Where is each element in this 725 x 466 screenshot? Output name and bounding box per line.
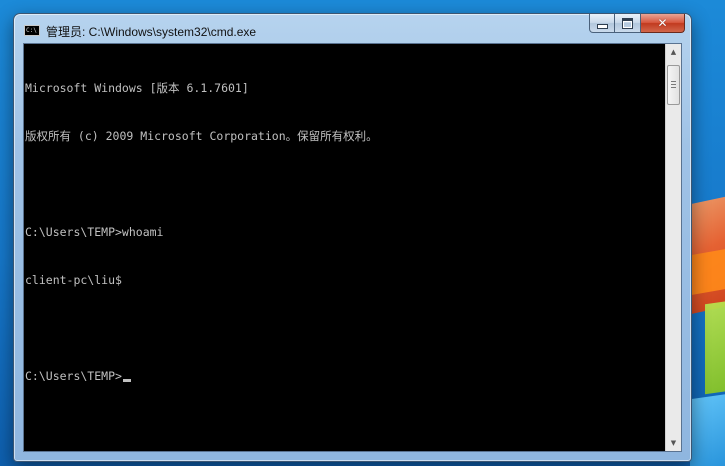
minimize-icon [596, 23, 608, 29]
vertical-scrollbar[interactable]: ▲ ▼ [665, 44, 681, 451]
wallpaper-logo-green [705, 295, 725, 395]
maximize-button[interactable] [615, 14, 641, 33]
cmd-icon[interactable]: C:\ [24, 25, 40, 36]
command-prompt-line[interactable]: C:\Users\TEMP> [25, 368, 665, 384]
grip-line [671, 81, 676, 82]
close-button[interactable]: ✕ [641, 14, 685, 33]
console-line: C:\Users\TEMP>whoami [25, 225, 164, 239]
close-icon: ✕ [657, 16, 668, 30]
title-bar[interactable]: C:\ 管理员: C:\Windows\system32\cmd.exe ✕ [14, 14, 691, 44]
scroll-down-arrow-icon[interactable]: ▼ [666, 435, 681, 451]
console-line: Microsoft Windows [版本 6.1.7601] [25, 81, 249, 95]
console-line: client-pc\liu$ [25, 273, 122, 287]
caption-buttons: ✕ [589, 14, 685, 33]
window-title: 管理员: C:\Windows\system32\cmd.exe [46, 25, 257, 39]
grip-line [671, 84, 676, 85]
grip-line [671, 87, 676, 88]
cmd-window: C:\ 管理员: C:\Windows\system32\cmd.exe ✕ M… [13, 13, 692, 462]
command-prompt: C:\Users\TEMP> [25, 369, 122, 383]
console-text[interactable]: Microsoft Windows [版本 6.1.7601] 版权所有 (c)… [25, 48, 665, 448]
scroll-thumb[interactable] [667, 65, 680, 105]
scroll-up-arrow-icon[interactable]: ▲ [666, 44, 681, 60]
minimize-button[interactable] [589, 14, 615, 33]
text-cursor [122, 379, 131, 382]
maximize-icon [622, 17, 633, 29]
console-line: 版权所有 (c) 2009 Microsoft Corporation。保留所有… [25, 129, 378, 143]
wallpaper-logo-blue [690, 390, 725, 466]
console-output-area[interactable]: Microsoft Windows [版本 6.1.7601] 版权所有 (c)… [23, 43, 682, 452]
